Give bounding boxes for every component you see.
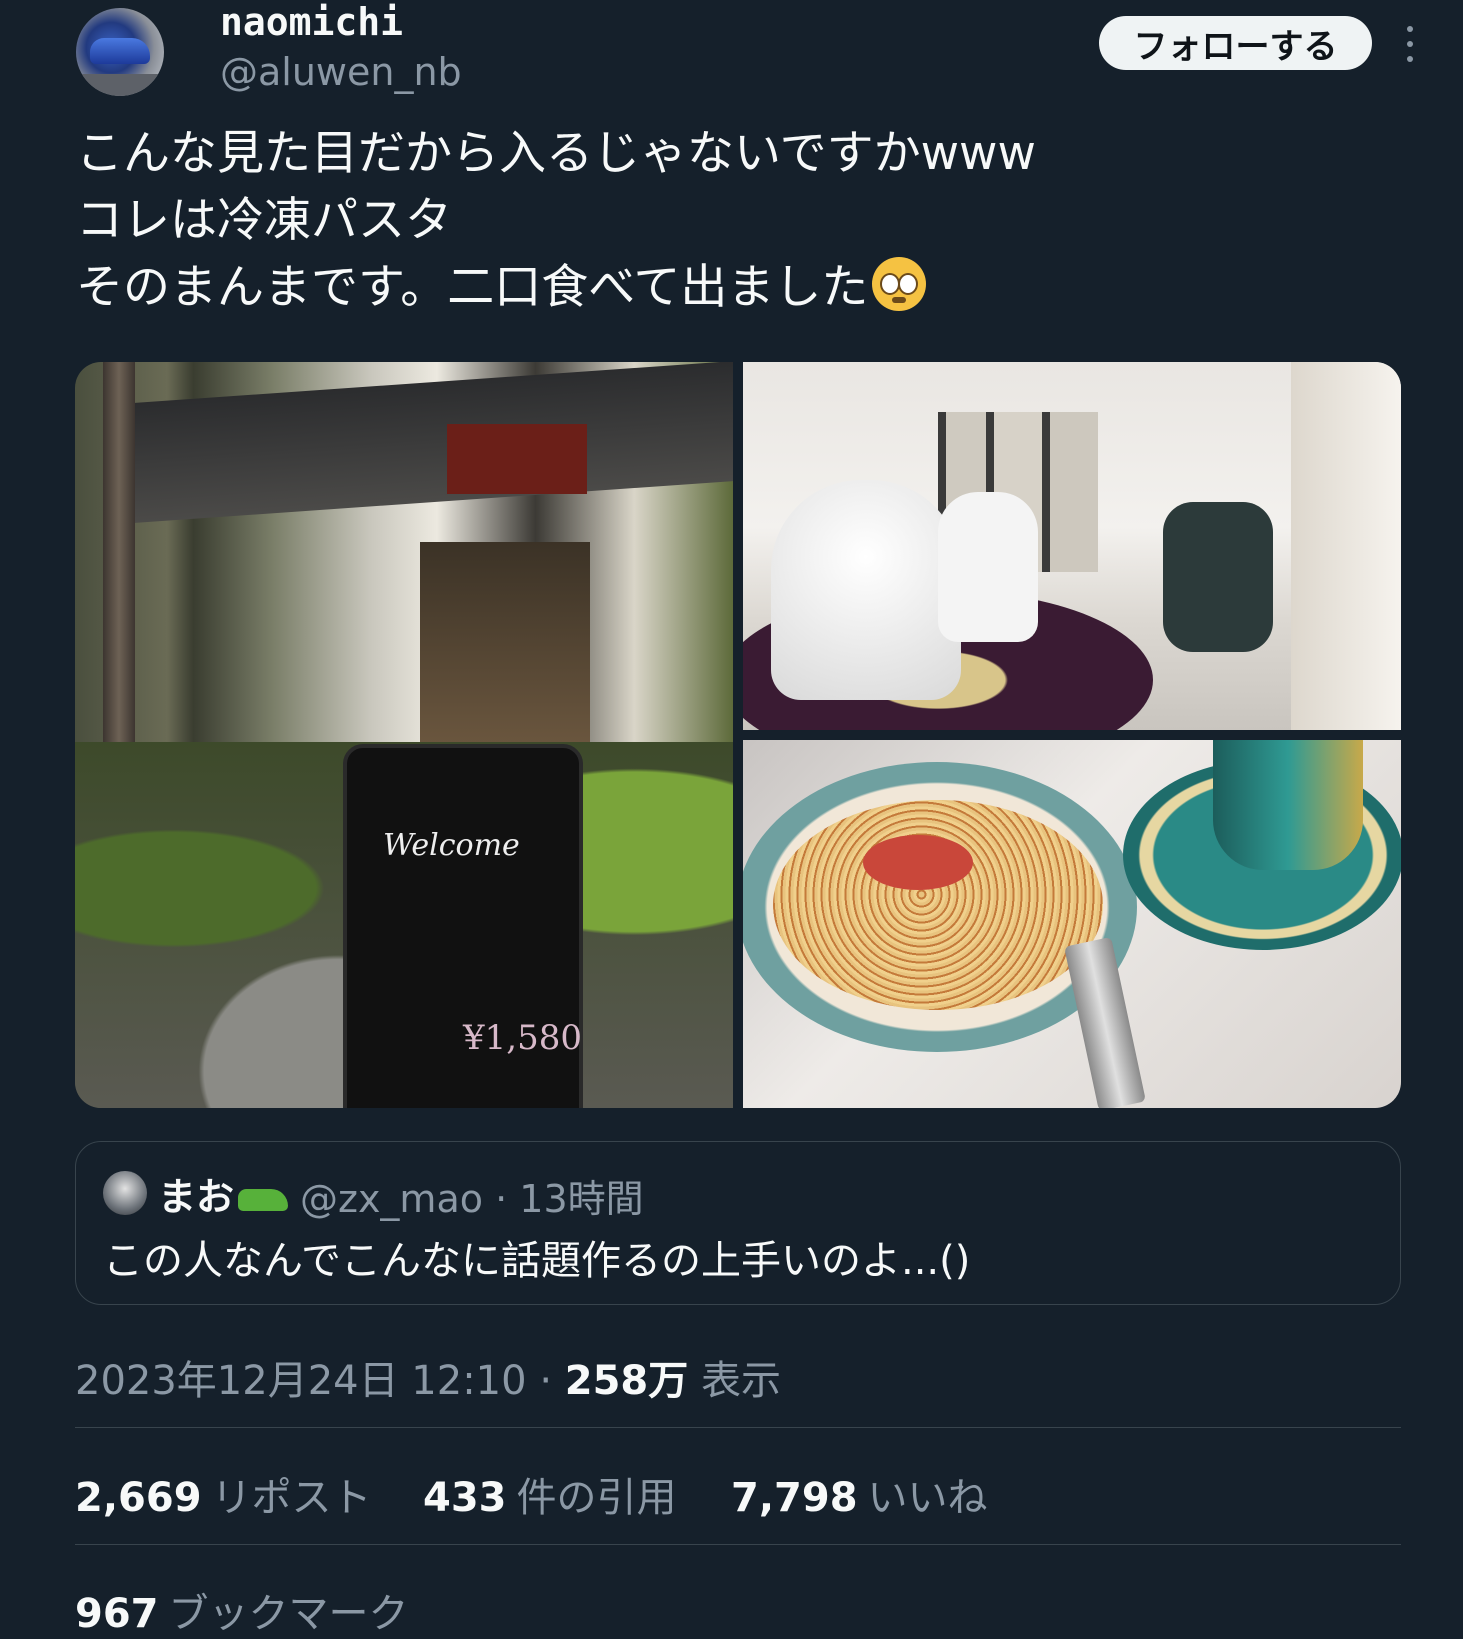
tweet-text: こんな見た目だから入るじゃないですかwww コレは冷凍パスタ そのまんまです。二…: [76, 120, 1396, 321]
bookmarks-count: 967: [75, 1591, 159, 1637]
roof: [135, 362, 733, 523]
green-chair: [1163, 502, 1273, 652]
author-avatar[interactable]: [76, 8, 164, 96]
white-chair: [938, 492, 1038, 642]
quoted-handle[interactable]: @zx_mao: [300, 1177, 483, 1221]
more-options-icon[interactable]: [1398, 26, 1422, 62]
dot: [1407, 41, 1413, 47]
tree-trunk: [103, 362, 135, 782]
dot: [1407, 26, 1413, 32]
media-grid: Welcome ¥1,580: [75, 362, 1401, 1108]
crocodile-emoji-icon: [238, 1188, 289, 1211]
meta-separator: ·: [495, 1177, 508, 1221]
author-handle[interactable]: @aluwen_nb: [220, 50, 462, 94]
tweet-line: こんな見た目だから入るじゃないですかwww: [76, 126, 1036, 181]
quotes-count: 433: [423, 1475, 507, 1521]
pleading-face-emoji-icon: [872, 257, 927, 311]
dot: [1407, 56, 1413, 62]
views-label: 表示: [700, 1358, 781, 1404]
likes-label: いいね: [867, 1475, 988, 1521]
meta-separator: ·: [539, 1358, 553, 1404]
shop-sign: [447, 424, 587, 494]
coffee-cup: [1213, 740, 1363, 870]
likes-count: 7,798: [731, 1475, 858, 1521]
quoted-author-name[interactable]: まお: [158, 1166, 289, 1221]
display-shelf: [1291, 362, 1401, 730]
car-icon: [90, 38, 150, 64]
pasta-photo[interactable]: [743, 740, 1401, 1108]
divider: [75, 1544, 1401, 1545]
author-display-name[interactable]: naomichi: [220, 0, 403, 44]
board-price-text: ¥1,580: [463, 1018, 582, 1058]
tweet-line-text: そのまんまです。二口食べて出ました: [76, 260, 869, 315]
quoted-text: この人なんでこんなに話題作るの上手いのよ...(): [103, 1238, 971, 1284]
quotes-stat[interactable]: 433 件の引用: [423, 1465, 677, 1523]
views-count: 258万: [564, 1358, 689, 1404]
medusa-bust: [771, 480, 961, 700]
spaghetti: [773, 800, 1103, 1010]
quotes-label: 件の引用: [516, 1475, 677, 1521]
fork: [1064, 936, 1146, 1108]
tweet-datetime[interactable]: 2023年12月24日 12:10: [75, 1358, 527, 1404]
quoted-time[interactable]: 13時間: [519, 1177, 643, 1221]
reposts-count: 2,669: [75, 1475, 202, 1521]
bookmarks-stat[interactable]: 967 ブックマーク: [75, 1581, 409, 1639]
storefront-photo[interactable]: Welcome ¥1,580: [75, 362, 733, 1108]
reposts-stat[interactable]: 2,669 リポスト: [75, 1465, 372, 1523]
board-welcome-text: Welcome: [383, 828, 520, 863]
follow-button[interactable]: フォローする: [1099, 16, 1372, 70]
tweet-timestamp-row: 2023年12月24日 12:10 · 258万 表示: [75, 1348, 781, 1406]
reposts-label: リポスト: [211, 1475, 372, 1521]
bookmarks-label: ブックマーク: [168, 1591, 409, 1637]
quoted-author-avatar[interactable]: [103, 1171, 147, 1215]
tweet-line-with-emoji: そのまんまです。二口食べて出ました: [76, 254, 1396, 321]
quoted-author-name-text: まお: [158, 1175, 235, 1219]
tweet-line: コレは冷凍パスタ: [76, 193, 452, 248]
avatar-road: [76, 74, 164, 96]
likes-stat[interactable]: 7,798 いいね: [731, 1465, 988, 1523]
interior-photo[interactable]: [743, 362, 1401, 730]
menu-chalkboard: Welcome ¥1,580: [343, 744, 583, 1108]
tomato-topping: [863, 835, 973, 890]
quoted-meta: @zx_mao · 13時間: [300, 1168, 644, 1223]
divider: [75, 1427, 1401, 1428]
